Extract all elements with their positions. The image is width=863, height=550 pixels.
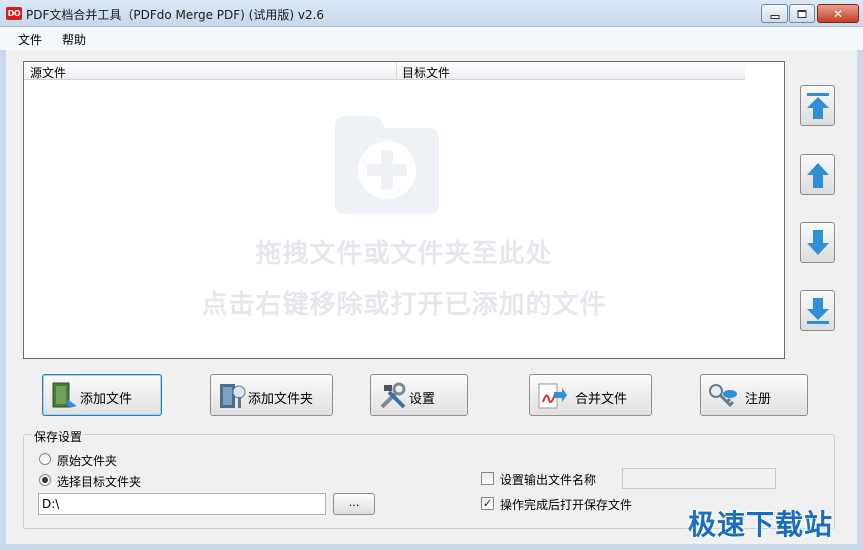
radio-target-folder-label[interactable]: 选择目标文件夹 [57,473,141,490]
watermark-logo: 极速下载站 [688,508,834,541]
close-icon: ✕ [832,6,844,21]
add-folder-label: 添加文件夹 [248,392,314,407]
target-folder-input[interactable]: D:\ [38,493,326,515]
add-file-icon [52,382,77,408]
merge-pdf-icon [538,383,567,409]
register-button[interactable]: 注册 [700,374,808,416]
settings-tools-icon [380,382,406,409]
move-to-bottom-button[interactable] [800,290,835,331]
menu-help[interactable]: 帮助 [62,31,86,48]
output-name-input[interactable] [622,468,776,489]
folder-plus-icon [335,116,439,214]
column-divider[interactable] [396,62,397,80]
file-list[interactable]: 源文件 目标文件 拖拽文件或文件夹至此处 点击右键移除或打开已添加的文件 [23,61,785,359]
empty-hint-rightclick: 点击右键移除或打开已添加的文件 [201,290,607,320]
settings-button[interactable]: 设置 [370,374,468,416]
arrow-top-icon [807,93,829,119]
open-after-complete-label[interactable]: 操作完成后打开保存文件 [500,496,632,513]
menu-bar: 文件 帮助 [0,27,863,50]
merge-files-label: 合并文件 [575,392,628,407]
set-output-name-checkbox[interactable] [481,472,494,485]
arrow-bottom-icon [807,298,829,324]
save-settings-title: 保存设置 [32,428,85,445]
register-key-icon [709,384,737,408]
column-header-target[interactable]: 目标文件 [402,64,450,81]
browse-folder-button[interactable]: ... [333,493,375,515]
settings-label: 设置 [409,392,436,407]
column-header-source[interactable]: 源文件 [30,64,66,81]
move-down-button[interactable] [800,222,835,263]
add-folder-button[interactable]: 添加文件夹 [210,374,333,416]
merge-files-button[interactable]: 合并文件 [529,374,652,416]
arrow-down-icon [807,230,829,255]
window-title: PDF文档合并工具（PDFdo Merge PDF) (试用版) v2.6 [26,8,325,22]
add-folder-icon [220,384,246,408]
register-label: 注册 [745,392,772,407]
title-bar: DO PDF文档合并工具（PDFdo Merge PDF) (试用版) v2.6… [0,0,863,27]
menu-file[interactable]: 文件 [18,31,42,48]
radio-original-folder[interactable] [39,453,51,465]
add-file-label: 添加文件 [80,392,133,407]
list-header: 源文件 目标文件 [24,62,745,80]
open-after-complete-checkbox[interactable]: ✓ [481,497,494,510]
arrow-up-icon [807,163,829,188]
minimize-icon [770,14,779,19]
maximize-button[interactable] [789,4,815,23]
maximize-icon [797,9,807,18]
app-icon: DO [6,7,22,20]
minimize-button[interactable] [761,4,788,23]
empty-hint-drag: 拖拽文件或文件夹至此处 [255,239,553,269]
move-up-button[interactable] [800,154,835,195]
add-file-button[interactable]: 添加文件 [42,374,162,416]
move-to-top-button[interactable] [800,85,835,126]
radio-original-folder-label[interactable]: 原始文件夹 [57,452,117,469]
set-output-name-label[interactable]: 设置输出文件名称 [500,471,596,488]
radio-target-folder[interactable] [39,474,51,486]
close-button[interactable]: ✕ [817,4,859,23]
